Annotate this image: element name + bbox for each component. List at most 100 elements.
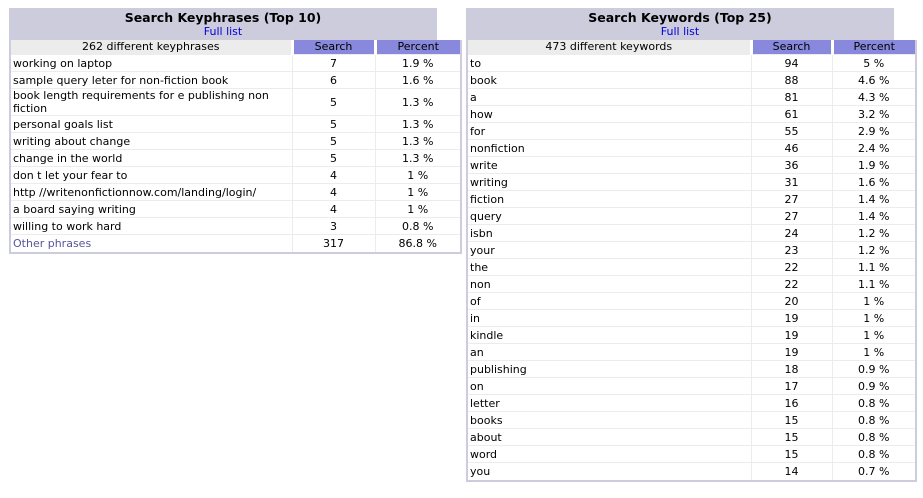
row-search-count: 81	[750, 88, 832, 106]
row-label: to	[468, 54, 751, 72]
row-search-count: 88	[750, 71, 832, 89]
row-percent: 2.4 %	[831, 139, 915, 157]
row-percent: 4.3 %	[831, 88, 915, 106]
row-label: change in the world	[11, 149, 292, 167]
row-label: willing to work hard	[11, 217, 292, 235]
table-row: for 55 2.9 %	[468, 122, 915, 140]
row-label: sample query leter for non-fiction book	[11, 71, 292, 89]
keywords-full-list-link[interactable]: Full list	[466, 25, 894, 38]
keyphrases-table-wrap: 262 different keyphrases Search Percent …	[9, 40, 462, 254]
row-label: fiction	[468, 190, 751, 208]
row-label: writing about change	[11, 132, 292, 150]
row-label: about	[468, 428, 751, 446]
row-search-count: 20	[750, 292, 832, 310]
keyphrases-percent-column-header: Percent	[373, 40, 460, 55]
row-percent: 1 %	[831, 326, 915, 344]
row-label: working on laptop	[11, 54, 292, 72]
row-percent: 1.2 %	[831, 224, 915, 242]
row-label: books	[468, 411, 751, 429]
table-row: books 15 0.8 %	[468, 411, 915, 429]
row-label: of	[468, 292, 751, 310]
table-row: don t let your fear to 4 1 %	[11, 166, 460, 184]
row-search-count: 14	[750, 462, 832, 480]
table-row: book 88 4.6 %	[468, 71, 915, 89]
row-label: book	[468, 71, 751, 89]
row-search-count: 317	[291, 234, 375, 252]
row-label: your	[468, 241, 751, 259]
table-row: word 15 0.8 %	[468, 445, 915, 463]
row-percent: 3.2 %	[831, 105, 915, 123]
keyphrases-full-list-link[interactable]: Full list	[9, 25, 437, 38]
row-search-count: 5	[291, 149, 375, 167]
row-search-count: 19	[750, 326, 832, 344]
row-percent: 1.3 %	[374, 115, 460, 133]
keywords-table-wrap: 473 different keywords Search Percent to…	[466, 40, 917, 482]
table-row: query 27 1.4 %	[468, 207, 915, 225]
row-label: writing	[468, 173, 751, 191]
row-search-count: 5	[291, 132, 375, 150]
row-search-count: 17	[750, 377, 832, 395]
row-label: for	[468, 122, 751, 140]
table-row: publishing 18 0.9 %	[468, 360, 915, 378]
table-row: a board saying writing 4 1 %	[11, 200, 460, 218]
row-search-count: 5	[291, 88, 375, 116]
table-row: writing about change 5 1.3 %	[11, 132, 460, 150]
row-percent: 1.4 %	[831, 190, 915, 208]
table-row: isbn 24 1.2 %	[468, 224, 915, 242]
row-label: the	[468, 258, 751, 276]
row-search-count: 15	[750, 411, 832, 429]
row-percent: 1.1 %	[831, 258, 915, 276]
row-label: personal goals list	[11, 115, 292, 133]
table-row: willing to work hard 3 0.8 %	[11, 217, 460, 235]
row-search-count: 46	[750, 139, 832, 157]
table-row: about 15 0.8 %	[468, 428, 915, 446]
row-percent: 1.9 %	[374, 54, 460, 72]
table-row: letter 16 0.8 %	[468, 394, 915, 412]
row-label: query	[468, 207, 751, 225]
row-label: don t let your fear to	[11, 166, 292, 184]
row-percent: 0.9 %	[831, 360, 915, 378]
table-row: of 20 1 %	[468, 292, 915, 310]
keyphrases-panel: Search Keyphrases (Top 10) Full list 262…	[9, 8, 462, 254]
table-row: write 36 1.9 %	[468, 156, 915, 174]
row-label: a	[468, 88, 751, 106]
row-label: write	[468, 156, 751, 174]
keyphrases-table-body: working on laptop 7 1.9 % sample query lete…	[11, 54, 460, 252]
row-label: letter	[468, 394, 751, 412]
table-row: nonfiction 46 2.4 %	[468, 139, 915, 157]
table-row: how 61 3.2 %	[468, 105, 915, 123]
row-percent: 0.8 %	[831, 394, 915, 412]
row-percent: 0.9 %	[831, 377, 915, 395]
keyphrases-header: Search Keyphrases (Top 10) Full list	[9, 8, 437, 40]
row-label: book length requirements for e publishin…	[11, 88, 292, 116]
row-percent: 1 %	[831, 343, 915, 361]
row-search-count: 19	[750, 309, 832, 327]
row-search-count: 16	[750, 394, 832, 412]
row-label: in	[468, 309, 751, 327]
row-search-count: 22	[750, 258, 832, 276]
row-percent: 1.2 %	[831, 241, 915, 259]
row-percent: 1.3 %	[374, 88, 460, 116]
table-row: kindle 19 1 %	[468, 326, 915, 344]
row-label: nonfiction	[468, 139, 751, 157]
table-row: you 14 0.7 %	[468, 462, 915, 480]
keyphrases-table: 262 different keyphrases Search Percent …	[11, 40, 460, 252]
keywords-panel: Search Keywords (Top 25) Full list 473 d…	[466, 8, 917, 482]
row-search-count: 3	[291, 217, 375, 235]
table-row: your 23 1.2 %	[468, 241, 915, 259]
row-search-count: 19	[750, 343, 832, 361]
row-search-count: 15	[750, 445, 832, 463]
table-row: sample query leter for non-fiction book 6…	[11, 71, 460, 89]
keyphrases-search-column-header: Search	[290, 40, 375, 55]
row-percent: 5 %	[831, 54, 915, 72]
keywords-table: 473 different keywords Search Percent to…	[468, 40, 915, 480]
row-search-count: 4	[291, 183, 375, 201]
row-label: kindle	[468, 326, 751, 344]
table-row: on 17 0.9 %	[468, 377, 915, 395]
row-search-count: 55	[750, 122, 832, 140]
row-percent: 1 %	[831, 309, 915, 327]
keywords-search-column-header: Search	[749, 40, 832, 55]
row-search-count: 18	[750, 360, 832, 378]
row-percent: 4.6 %	[831, 71, 915, 89]
table-row: fiction 27 1.4 %	[468, 190, 915, 208]
